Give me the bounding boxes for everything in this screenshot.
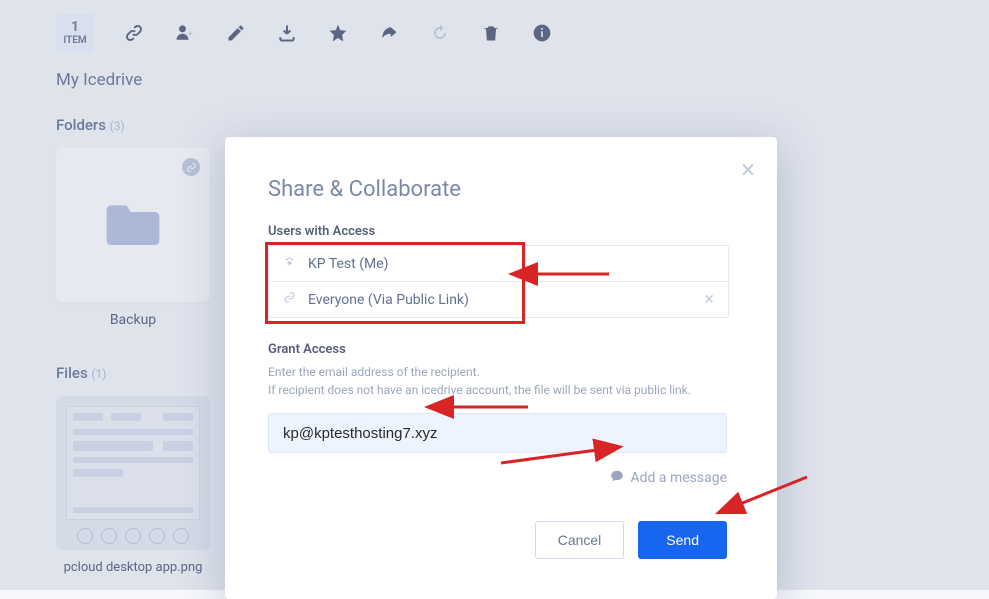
folder-card[interactable] (56, 148, 210, 302)
folder-icon (106, 201, 160, 249)
info-icon[interactable] (531, 22, 553, 44)
selection-count-badge: 1 ITEM (56, 14, 94, 52)
file-name: pcloud desktop app.png (56, 560, 210, 576)
star-icon[interactable] (327, 22, 349, 44)
modal-title: Share & Collaborate (268, 177, 727, 202)
users-with-access-label: Users with Access (268, 224, 727, 239)
shared-link-badge-icon (182, 158, 200, 176)
remove-access-button[interactable]: × (704, 289, 714, 310)
recipient-email-input[interactable] (268, 413, 727, 453)
link-icon[interactable] (123, 22, 145, 44)
access-list: KP Test (Me) Everyone (Via Public Link) … (268, 245, 727, 318)
add-message-link[interactable]: Add a message (268, 469, 727, 487)
access-row-label: Everyone (Via Public Link) (308, 292, 469, 308)
file-card[interactable] (56, 396, 210, 550)
toolbar: 1 ITEM (0, 0, 989, 62)
grant-access-label: Grant Access (268, 342, 727, 357)
grant-access-description: Enter the email address of the recipient… (268, 363, 727, 399)
access-row-owner: KP Test (Me) (269, 246, 728, 281)
selection-count-number: 1 (56, 20, 94, 35)
send-button[interactable]: Send (638, 521, 727, 559)
cancel-button[interactable]: Cancel (535, 521, 625, 559)
close-button[interactable]: × (741, 157, 755, 183)
breadcrumb[interactable]: My Icedrive (0, 62, 989, 108)
modal-actions: Cancel Send (268, 521, 727, 559)
link-icon (283, 291, 296, 308)
edit-icon[interactable] (225, 22, 247, 44)
access-row-label: KP Test (Me) (308, 256, 389, 272)
download-icon[interactable] (276, 22, 298, 44)
folder-name: Backup (56, 312, 210, 328)
paw-icon (283, 255, 296, 272)
add-user-icon[interactable] (174, 22, 196, 44)
trash-icon[interactable] (480, 22, 502, 44)
file-thumbnail (66, 406, 200, 520)
share-icon[interactable] (378, 22, 400, 44)
selection-count-label: ITEM (56, 35, 94, 46)
folders-label: Folders (3) (56, 116, 933, 134)
share-modal: × Share & Collaborate Users with Access … (225, 137, 777, 599)
history-icon[interactable] (429, 22, 451, 44)
access-row-public: Everyone (Via Public Link) × (269, 281, 728, 317)
message-icon (610, 469, 624, 487)
thumb-meta-row (66, 528, 200, 544)
